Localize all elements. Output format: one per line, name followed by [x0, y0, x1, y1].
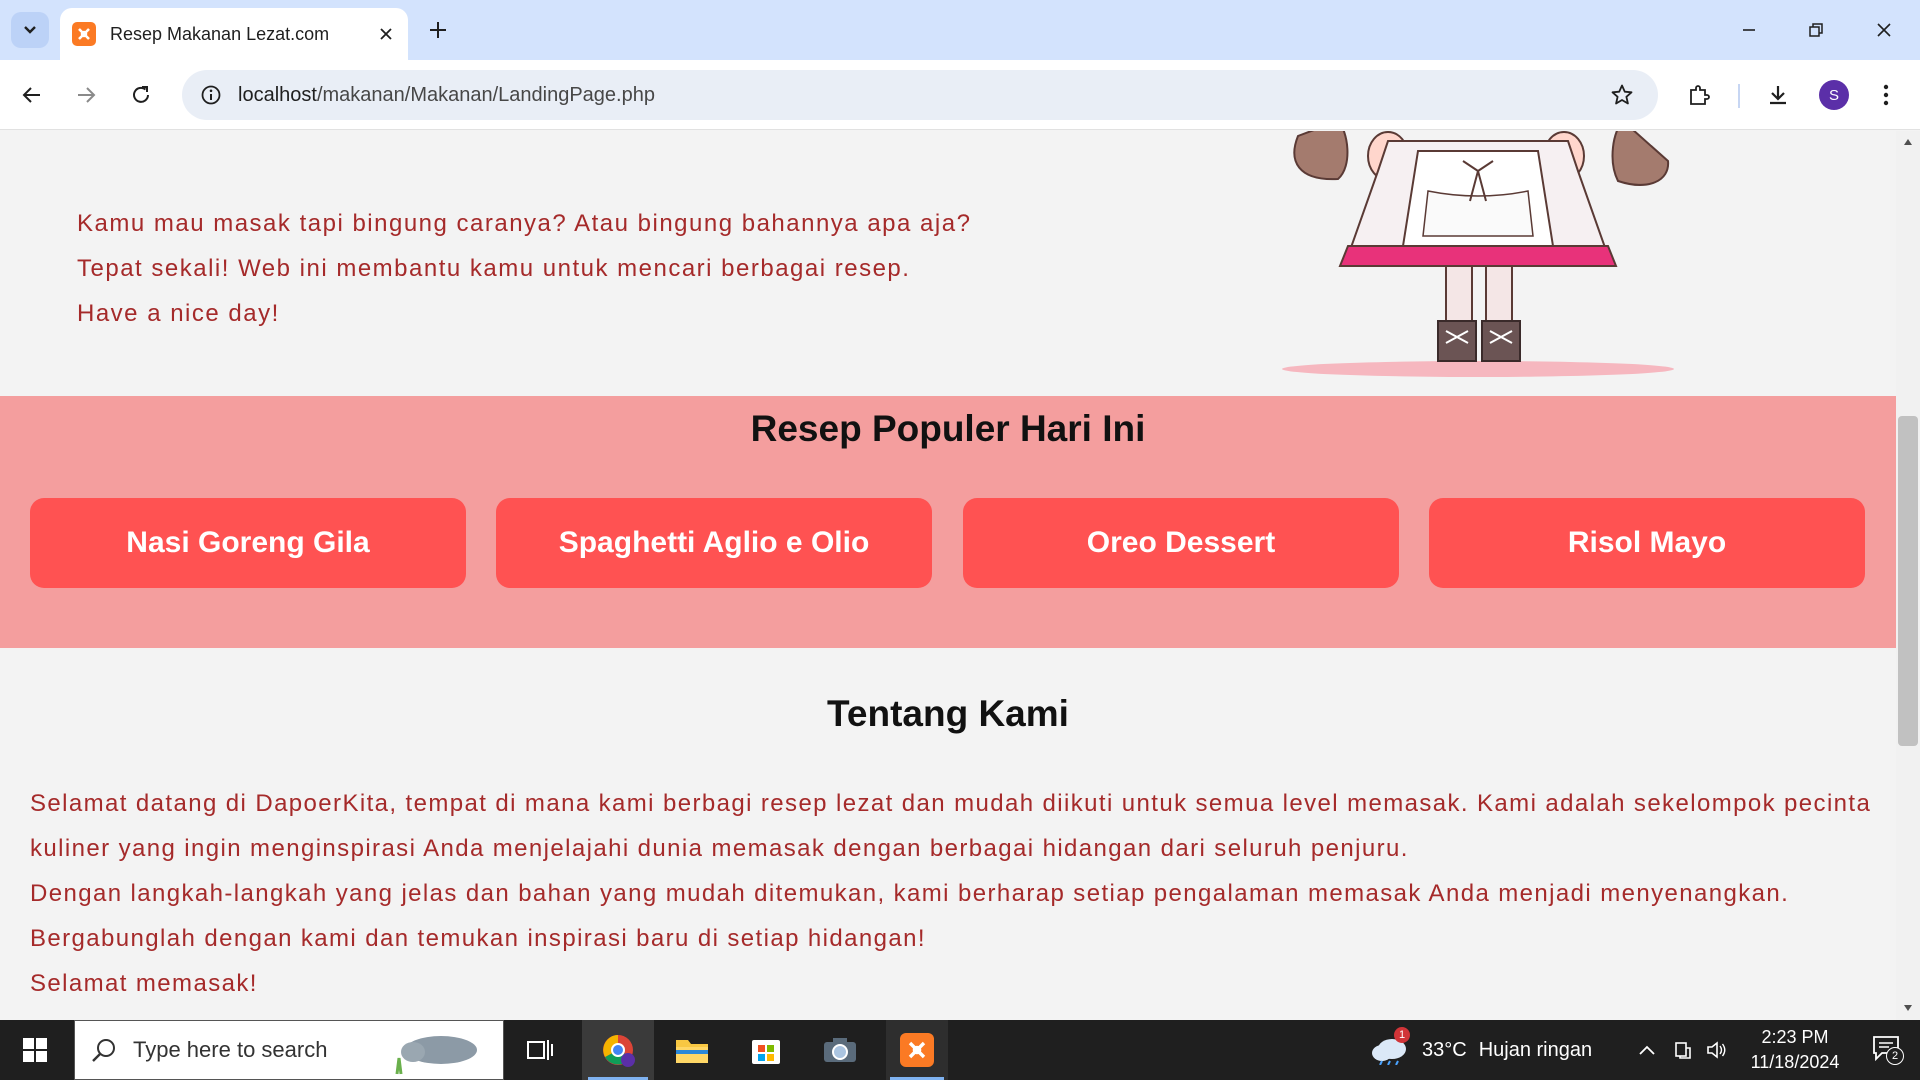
taskbar-camera[interactable]	[810, 1020, 870, 1080]
about-paragraph-3: Bergabunglah dengan kami dan temukan ins…	[30, 925, 926, 952]
speaker-icon	[1707, 1041, 1726, 1059]
downloads-button[interactable]	[1760, 77, 1796, 113]
restore-icon	[1809, 23, 1823, 37]
more-vertical-icon	[1883, 84, 1889, 106]
clock-time: 2:23 PM	[1761, 1027, 1829, 1047]
task-view-button[interactable]	[512, 1020, 568, 1080]
recipe-button-oreo-dessert[interactable]: Oreo Dessert	[963, 498, 1399, 588]
manatee-search-highlight-icon	[395, 1036, 478, 1075]
menu-button[interactable]	[1868, 77, 1904, 113]
new-tab-button[interactable]	[422, 14, 454, 46]
page-viewport: Kamu mau masak tapi bingung caranya? Ata…	[0, 131, 1896, 1020]
store-icon	[752, 1040, 780, 1064]
browser-tab-active[interactable]: Resep Makanan Lezat.com	[60, 8, 408, 60]
recipe-button-spaghetti-aglio-e-olio[interactable]: Spaghetti Aglio e Olio	[496, 498, 932, 588]
reload-button[interactable]	[123, 77, 159, 113]
windows-taskbar: Type here to search 1 33°C Hujan ringan	[0, 1020, 1920, 1080]
star-icon	[1611, 84, 1633, 105]
intro-line-1: Kamu mau masak tapi bingung caranya? Ata…	[77, 210, 972, 237]
site-info-icon[interactable]	[194, 78, 228, 112]
minimize-icon	[1743, 29, 1755, 31]
weather-alert-badge: 1	[1394, 1027, 1410, 1043]
clock[interactable]: 2:23 PM 11/18/2024	[1740, 1020, 1850, 1080]
extensions-button[interactable]	[1681, 77, 1717, 113]
chevron-up-icon	[1639, 1045, 1655, 1055]
clock-date: 11/18/2024	[1750, 1052, 1840, 1072]
about-paragraph-1: Selamat datang di DapoerKita, tempat di …	[30, 790, 1872, 862]
taskbar-search-box[interactable]: Type here to search	[74, 1020, 504, 1080]
chrome-icon	[603, 1035, 635, 1067]
popular-heading: Resep Populer Hari Ini	[750, 408, 1146, 449]
arrow-left-icon	[22, 87, 40, 103]
tab-title: Resep Makanan Lezat.com	[110, 23, 330, 44]
show-hidden-icons-button[interactable]	[1632, 1020, 1662, 1080]
taskbar-search-placeholder: Type here to search	[133, 1037, 328, 1062]
notification-count-badge: 2	[1886, 1047, 1904, 1065]
taskbar-file-explorer[interactable]	[662, 1020, 722, 1080]
cloud-rain-icon: 1	[1370, 1027, 1412, 1067]
folder-icon	[676, 1040, 708, 1063]
search-icon	[92, 1039, 115, 1062]
taskbar-microsoft-store[interactable]	[736, 1020, 796, 1080]
about-text: Selamat datang di DapoerKita, tempat di …	[30, 781, 1890, 1006]
toolbar-divider	[1738, 84, 1740, 108]
task-view-icon	[527, 1040, 553, 1060]
triangle-up-icon	[1904, 139, 1912, 145]
notification-center-button[interactable]: 2	[1862, 1020, 1912, 1080]
bookmark-star-button[interactable]	[1604, 77, 1640, 113]
close-icon	[1877, 23, 1891, 37]
volume-tray-button[interactable]	[1702, 1020, 1732, 1080]
intro-line-3: Have a nice day!	[77, 300, 280, 327]
arrow-right-icon	[78, 87, 96, 103]
close-icon	[380, 28, 392, 40]
scroll-down-arrow[interactable]	[1900, 1000, 1916, 1016]
popular-recipes-section: Resep Populer Hari Ini Nasi Goreng Gila …	[0, 396, 1896, 648]
url-text: localhost/makanan/Makanan/LandingPage.ph…	[238, 84, 1604, 107]
weather-temperature: 33°C	[1422, 1038, 1467, 1061]
windows-logo-icon	[23, 1038, 47, 1062]
close-window-button[interactable]	[1858, 8, 1910, 52]
chevron-down-icon	[24, 26, 36, 34]
scrollbar-thumb[interactable]	[1898, 416, 1918, 746]
about-heading: Tentang Kami	[827, 693, 1069, 734]
recipe-button-nasi-goreng-gila[interactable]: Nasi Goreng Gila	[30, 498, 466, 588]
scroll-up-arrow[interactable]	[1900, 134, 1916, 150]
tab-search-button[interactable]	[11, 12, 49, 48]
about-paragraph-2: Dengan langkah-langkah yang jelas dan ba…	[30, 880, 1790, 907]
restore-button[interactable]	[1790, 8, 1842, 52]
start-button[interactable]	[0, 1020, 70, 1080]
address-bar[interactable]: localhost/makanan/Makanan/LandingPage.ph…	[182, 70, 1658, 120]
notification-icon: 2	[1872, 1035, 1904, 1065]
minimize-button[interactable]	[1723, 8, 1775, 52]
weather-description: Hujan ringan	[1478, 1038, 1593, 1061]
weather-widget[interactable]: 1 33°C Hujan ringan	[1370, 1020, 1610, 1080]
tab-strip: Resep Makanan Lezat.com	[0, 0, 1920, 60]
forward-button[interactable]	[68, 77, 104, 113]
puzzle-icon	[1690, 85, 1710, 105]
network-icon	[1675, 1042, 1691, 1059]
url-host: localhost	[238, 83, 317, 106]
avatar: S	[1819, 80, 1849, 110]
triangle-down-icon	[1904, 1005, 1912, 1011]
taskbar-xampp[interactable]	[886, 1020, 948, 1080]
about-paragraph-4: Selamat memasak!	[30, 970, 258, 997]
network-tray-button[interactable]	[1668, 1020, 1698, 1080]
tab-close-button[interactable]	[372, 20, 400, 48]
browser-toolbar: localhost/makanan/Makanan/LandingPage.ph…	[0, 60, 1920, 130]
plus-icon	[430, 22, 446, 38]
profile-button[interactable]: S	[1816, 77, 1852, 113]
chef-girl-illustration	[1282, 131, 1674, 377]
xampp-icon	[900, 1033, 934, 1067]
recipe-button-risol-mayo[interactable]: Risol Mayo	[1429, 498, 1865, 588]
xampp-favicon-icon	[72, 22, 96, 46]
intro-line-2: Tepat sekali! Web ini membantu kamu untu…	[77, 255, 911, 282]
taskbar-chrome[interactable]	[582, 1020, 654, 1080]
back-button[interactable]	[14, 77, 50, 113]
url-path: /makanan/Makanan/LandingPage.php	[316, 83, 655, 106]
intro-text: Kamu mau masak tapi bingung caranya? Ata…	[77, 201, 971, 336]
reload-icon	[133, 86, 149, 103]
camera-icon	[824, 1038, 856, 1062]
download-icon	[1770, 86, 1786, 105]
